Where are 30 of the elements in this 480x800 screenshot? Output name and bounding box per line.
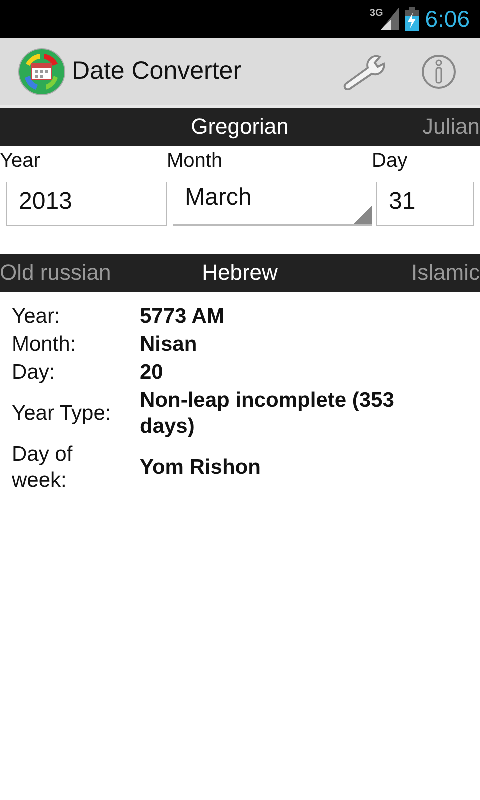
- clock: 6:06: [425, 4, 470, 34]
- result-value: Yom Rishon: [140, 455, 262, 481]
- wrench-icon: [342, 54, 388, 90]
- field-label: Month: [167, 149, 224, 174]
- input-field[interactable]: 31: [376, 182, 474, 226]
- result-label: Year Type:: [12, 401, 112, 427]
- result-label: Month:: [12, 332, 78, 358]
- result-label: Day:: [12, 360, 56, 386]
- result-label: Year:: [12, 304, 62, 330]
- app-logo-icon: [18, 48, 66, 96]
- calendar-tab[interactable]: Julian: [422, 116, 480, 138]
- result-value: 20: [140, 360, 164, 386]
- result-label: Day of week:: [12, 442, 74, 494]
- dropdown-arrow-icon: [354, 206, 372, 224]
- info-icon: [420, 52, 458, 90]
- app-title: Date Converter: [72, 56, 243, 87]
- calendar-tab[interactable]: Hebrew: [202, 262, 278, 284]
- signal-icon: [381, 8, 400, 30]
- result-value: Non-leap incomplete (353 days): [140, 388, 396, 440]
- result-value: Nisan: [140, 332, 198, 358]
- result-value: 5773 AM: [140, 304, 226, 330]
- calendar-tab[interactable]: Gregorian: [191, 116, 289, 138]
- input-field[interactable]: 2013: [6, 182, 167, 226]
- network-type: 3G: [370, 7, 384, 21]
- month-dropdown[interactable]: March: [173, 176, 372, 226]
- calendar-tab[interactable]: Old russian: [0, 262, 112, 284]
- field-label: Day: [372, 149, 409, 174]
- battery-icon: [405, 7, 420, 31]
- field-label: Year: [0, 149, 42, 174]
- calendar-tab[interactable]: Islamic: [412, 262, 480, 284]
